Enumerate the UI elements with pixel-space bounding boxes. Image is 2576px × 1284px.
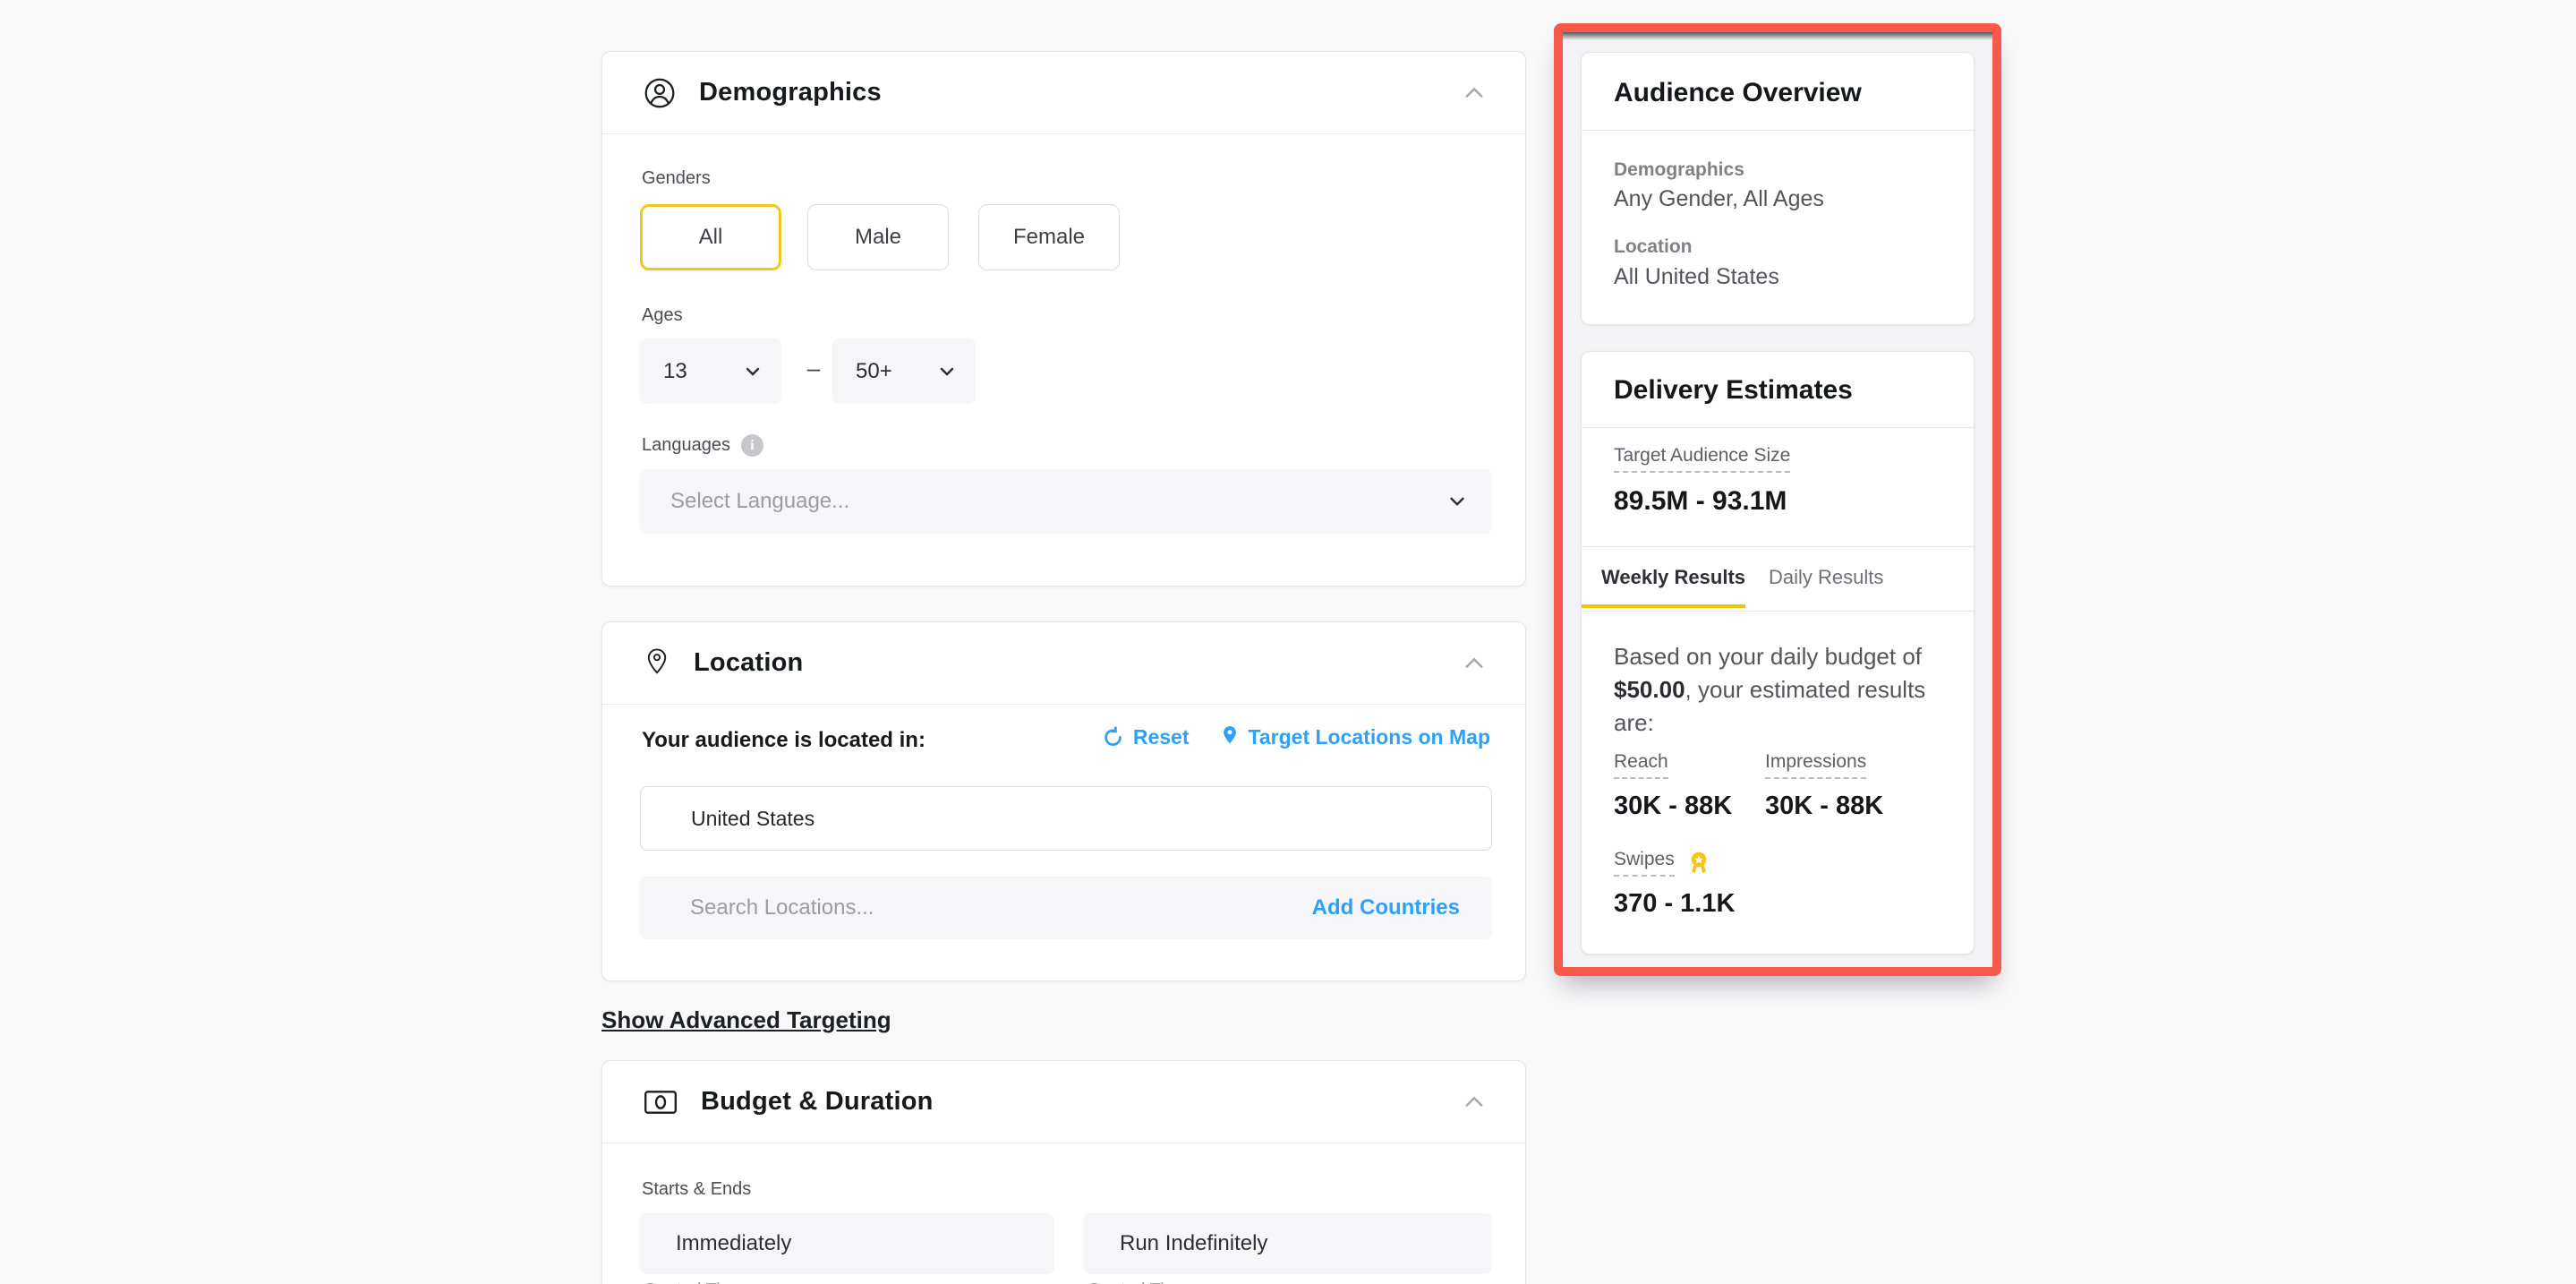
languages-label-row: Languages i: [642, 434, 763, 457]
highlight-frame: Audience Overview Demographics Any Gende…: [1554, 23, 2001, 976]
end-time-value: Run Indefinitely: [1120, 1231, 1267, 1256]
budget-text-prefix: Based on your daily budget of: [1614, 643, 1922, 670]
language-select[interactable]: Select Language...: [640, 469, 1492, 534]
reach-label[interactable]: Reach: [1614, 751, 1668, 779]
delivery-estimates-card: Delivery Estimates Target Audience Size …: [1581, 351, 1975, 954]
reset-link[interactable]: Reset: [1102, 725, 1190, 749]
reset-icon: [1102, 726, 1124, 749]
swipes-metric: Swipes 370 - 1.1K: [1614, 849, 1735, 919]
demographics-person-icon: [644, 77, 676, 109]
demographics-card: Demographics Genders All Male Female Age…: [601, 51, 1526, 586]
gender-male-button[interactable]: Male: [807, 204, 949, 270]
snap-ads-targeting-page: Demographics Genders All Male Female Age…: [0, 0, 2576, 1284]
map-pin-icon: [1220, 724, 1240, 749]
overview-location-value: All United States: [1614, 264, 1779, 290]
demographics-card-header: Demographics: [602, 52, 1525, 134]
info-icon[interactable]: i: [741, 434, 763, 457]
end-time-field[interactable]: Run Indefinitely: [1084, 1213, 1492, 1274]
gender-female-button[interactable]: Female: [978, 204, 1120, 270]
swipes-label[interactable]: Swipes: [1614, 849, 1675, 877]
impressions-metric: Impressions 30K - 88K: [1765, 751, 1883, 821]
demographics-card-title: Demographics: [699, 78, 882, 107]
location-card: Location Your audience is located in: Re…: [601, 621, 1526, 981]
audience-overview-title: Audience Overview: [1614, 78, 1862, 108]
age-min-value: 13: [663, 359, 687, 384]
swipes-value: 370 - 1.1K: [1614, 889, 1735, 919]
budget-card-title: Budget & Duration: [701, 1087, 934, 1117]
delivery-estimates-title: Delivery Estimates: [1614, 375, 1853, 406]
budget-duration-card: Budget & Duration Starts & Ends Immediat…: [601, 1060, 1526, 1284]
chevron-down-icon: [936, 361, 958, 382]
age-max-value: 50+: [856, 359, 892, 384]
overview-demographics-value: Any Gender, All Ages: [1614, 186, 1824, 212]
start-timezone-label[interactable]: Central Time: [644, 1280, 745, 1284]
demographics-collapse-chevron-icon[interactable]: [1459, 78, 1489, 108]
show-advanced-targeting-link[interactable]: Show Advanced Targeting: [601, 1006, 891, 1034]
target-audience-size-value: 89.5M - 93.1M: [1614, 486, 1787, 517]
location-collapse-chevron-icon[interactable]: [1459, 648, 1489, 679]
overview-demographics-label: Demographics: [1614, 159, 1744, 181]
gender-all-button[interactable]: All: [640, 204, 781, 270]
start-time-value: Immediately: [676, 1231, 791, 1256]
audience-located-label: Your audience is located in:: [642, 728, 925, 753]
tab-daily-results[interactable]: Daily Results: [1769, 546, 1883, 608]
budget-collapse-chevron-icon[interactable]: [1459, 1087, 1489, 1117]
add-countries-button[interactable]: Add Countries: [1312, 895, 1460, 920]
languages-label: Languages: [642, 435, 730, 456]
medal-icon: [1685, 850, 1712, 877]
age-max-dropdown[interactable]: 50+: [832, 338, 976, 404]
target-locations-link-label: Target Locations on Map: [1249, 725, 1490, 749]
ages-label: Ages: [642, 305, 683, 326]
selected-location-value: United States: [691, 807, 815, 831]
divider: [1582, 130, 1974, 131]
money-icon: [644, 1089, 678, 1116]
target-audience-size-label[interactable]: Target Audience Size: [1614, 445, 1790, 473]
start-time-field[interactable]: Immediately: [640, 1213, 1054, 1274]
divider: [1582, 611, 1974, 612]
age-min-dropdown[interactable]: 13: [640, 338, 781, 404]
location-card-title: Location: [694, 648, 803, 678]
impressions-label[interactable]: Impressions: [1765, 751, 1866, 779]
reset-link-label: Reset: [1133, 725, 1190, 749]
reach-metric: Reach 30K - 88K: [1614, 751, 1732, 821]
location-actions: Reset Target Locations on Map: [1102, 724, 1490, 749]
reach-value: 30K - 88K: [1614, 792, 1732, 821]
language-select-placeholder: Select Language...: [670, 489, 849, 514]
divider: [1582, 427, 1974, 428]
chevron-down-icon: [742, 361, 763, 382]
impressions-value: 30K - 88K: [1765, 792, 1883, 821]
location-search-input[interactable]: [640, 895, 1312, 920]
location-card-header: Location: [602, 622, 1525, 705]
audience-overview-card: Audience Overview Demographics Any Gende…: [1581, 52, 1975, 325]
starts-ends-label: Starts & Ends: [642, 1179, 751, 1200]
budget-estimate-text: Based on your daily budget of $50.00, yo…: [1614, 640, 1950, 740]
end-timezone-label[interactable]: Central Time: [1088, 1280, 1189, 1284]
target-locations-on-map-link[interactable]: Target Locations on Map: [1220, 724, 1490, 749]
genders-label: Genders: [642, 168, 711, 189]
budget-card-header: Budget & Duration: [602, 1061, 1525, 1143]
budget-amount: $50.00: [1614, 676, 1685, 703]
location-pin-icon: [644, 647, 670, 680]
scroll-shadow: [1563, 32, 1992, 40]
overview-location-label: Location: [1614, 236, 1693, 258]
chevron-down-icon: [1446, 490, 1469, 513]
location-search-row: Add Countries: [640, 877, 1492, 939]
selected-location-row[interactable]: United States: [640, 786, 1492, 851]
tab-weekly-results[interactable]: Weekly Results: [1582, 546, 1745, 608]
